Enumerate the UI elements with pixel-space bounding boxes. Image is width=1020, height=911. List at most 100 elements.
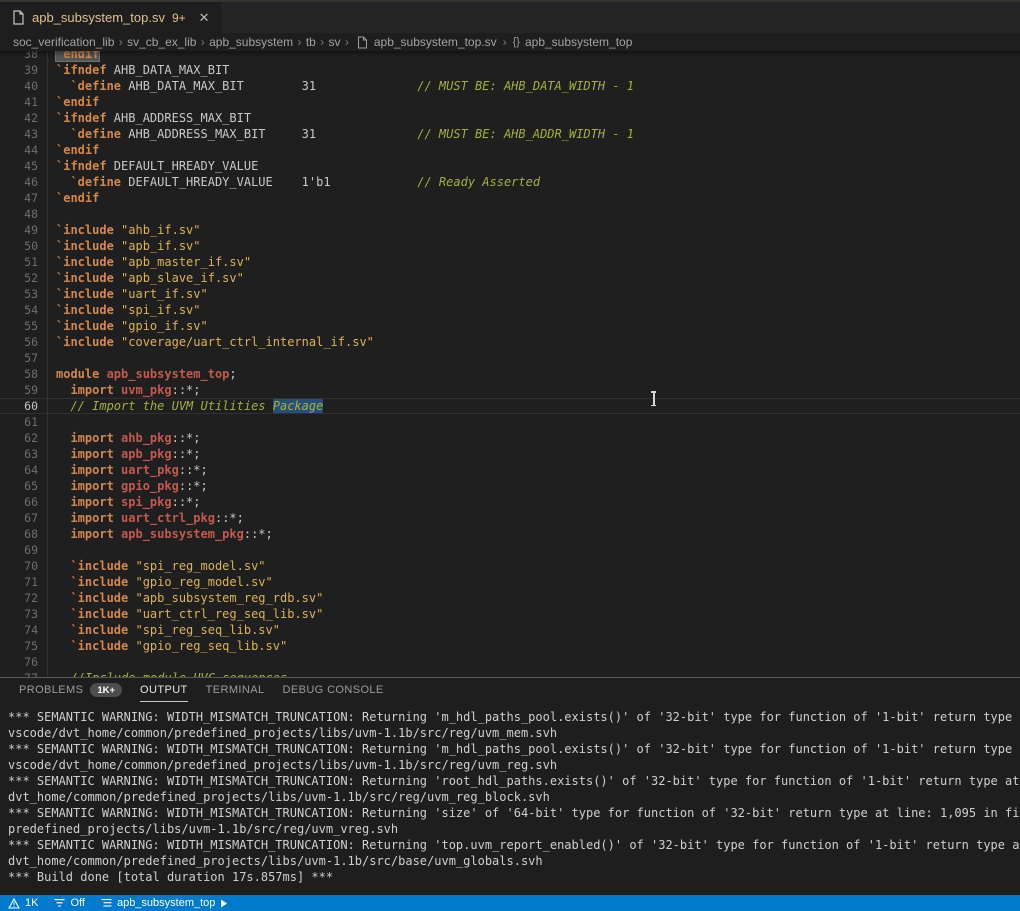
- code-line[interactable]: 73 `include "uart_ctrl_reg_seq_lib.sv": [0, 606, 1020, 622]
- line-number[interactable]: 70: [0, 558, 38, 574]
- breadcrumb-item-file[interactable]: apb_subsystem_top.sv: [374, 35, 497, 49]
- code-line[interactable]: 68 import apb_subsystem_pkg::*;: [0, 526, 1020, 542]
- line-number[interactable]: 55: [0, 318, 38, 334]
- code-line[interactable]: 62 import ahb_pkg::*;: [0, 430, 1020, 446]
- line-number[interactable]: 44: [0, 142, 38, 158]
- line-number[interactable]: 48: [0, 206, 38, 222]
- code-line[interactable]: 65 import gpio_pkg::*;: [0, 478, 1020, 494]
- code-line[interactable]: 58module apb_subsystem_top;: [0, 366, 1020, 382]
- code-text: module apb_subsystem_top;: [38, 366, 237, 382]
- editor-tab[interactable]: apb_subsystem_top.sv 9+ ✕: [0, 2, 223, 33]
- line-number[interactable]: 76: [0, 654, 38, 670]
- code-editor[interactable]: 38`endif39`ifndef AHB_DATA_MAX_BIT40 `de…: [0, 51, 1020, 677]
- play-icon[interactable]: [220, 899, 228, 908]
- line-number[interactable]: 71: [0, 574, 38, 590]
- panel-tab-debug-console[interactable]: DEBUG CONSOLE: [283, 678, 384, 702]
- line-number[interactable]: 49: [0, 222, 38, 238]
- filter-status[interactable]: Off: [54, 895, 84, 911]
- line-number[interactable]: 43: [0, 126, 38, 142]
- code-line[interactable]: 55`include "gpio_if.sv": [0, 318, 1020, 334]
- code-line[interactable]: 38`endif: [0, 51, 1020, 62]
- breadcrumb-item[interactable]: apb_subsystem: [209, 35, 293, 49]
- line-number[interactable]: 42: [0, 110, 38, 126]
- code-line[interactable]: 39`ifndef AHB_DATA_MAX_BIT: [0, 62, 1020, 78]
- code-line[interactable]: 49`include "ahb_if.sv": [0, 222, 1020, 238]
- problems-status[interactable]: 1K: [8, 895, 38, 911]
- code-line[interactable]: 52`include "apb_slave_if.sv": [0, 270, 1020, 286]
- code-line[interactable]: 56`include "coverage/uart_ctrl_internal_…: [0, 334, 1020, 350]
- code-line[interactable]: 40 `define AHB_DATA_MAX_BIT 31 // MUST B…: [0, 78, 1020, 94]
- code-line[interactable]: 66 import spi_pkg::*;: [0, 494, 1020, 510]
- code-line[interactable]: 64 import uart_pkg::*;: [0, 462, 1020, 478]
- line-number[interactable]: 40: [0, 78, 38, 94]
- code-line[interactable]: 72 `include "apb_subsystem_reg_rdb.sv": [0, 590, 1020, 606]
- panel-tab-output[interactable]: OUTPUT: [140, 678, 188, 702]
- code-line[interactable]: 75 `include "gpio_reg_seq_lib.sv": [0, 638, 1020, 654]
- line-number[interactable]: 77: [0, 670, 38, 677]
- code-line[interactable]: 41`endif: [0, 94, 1020, 110]
- line-number[interactable]: 52: [0, 270, 38, 286]
- code-line[interactable]: 61: [0, 414, 1020, 430]
- line-number[interactable]: 65: [0, 478, 38, 494]
- line-number[interactable]: 66: [0, 494, 38, 510]
- code-line[interactable]: 48: [0, 206, 1020, 222]
- output-log[interactable]: *** SEMANTIC WARNING: WIDTH_MISMATCH_TRU…: [0, 702, 1020, 885]
- line-number[interactable]: 39: [0, 62, 38, 78]
- line-number[interactable]: 51: [0, 254, 38, 270]
- code-line[interactable]: 42`ifndef AHB_ADDRESS_MAX_BIT: [0, 110, 1020, 126]
- line-number[interactable]: 45: [0, 158, 38, 174]
- line-number[interactable]: 62: [0, 430, 38, 446]
- panel-tab-terminal[interactable]: TERMINAL: [206, 678, 265, 702]
- code-line[interactable]: 47`endif: [0, 190, 1020, 206]
- line-number[interactable]: 54: [0, 302, 38, 318]
- code-line[interactable]: 57: [0, 350, 1020, 366]
- line-number[interactable]: 61: [0, 414, 38, 430]
- line-number[interactable]: 59: [0, 382, 38, 398]
- code-line[interactable]: 46 `define DEFAULT_HREADY_VALUE 1'b1 // …: [0, 174, 1020, 190]
- panel-tab-problems[interactable]: PROBLEMS1K+: [19, 678, 122, 702]
- code-line[interactable]: 77 //Include module UVC sequences: [0, 670, 1020, 677]
- line-number[interactable]: 47: [0, 190, 38, 206]
- breadcrumb-item[interactable]: sv: [329, 35, 341, 49]
- code-line[interactable]: 60 // Import the UVM Utilities Package: [0, 398, 1020, 414]
- line-number[interactable]: 67: [0, 510, 38, 526]
- line-number[interactable]: 38: [0, 51, 38, 62]
- code-line[interactable]: 45`ifndef DEFAULT_HREADY_VALUE: [0, 158, 1020, 174]
- line-number[interactable]: 75: [0, 638, 38, 654]
- code-line[interactable]: 44`endif: [0, 142, 1020, 158]
- line-number[interactable]: 63: [0, 446, 38, 462]
- code-line[interactable]: 43 `define AHB_ADDRESS_MAX_BIT 31 // MUS…: [0, 126, 1020, 142]
- code-line[interactable]: 71 `include "gpio_reg_model.sv": [0, 574, 1020, 590]
- code-line[interactable]: 67 import uart_ctrl_pkg::*;: [0, 510, 1020, 526]
- code-line[interactable]: 53`include "uart_if.sv": [0, 286, 1020, 302]
- line-number[interactable]: 57: [0, 350, 38, 366]
- line-number[interactable]: 68: [0, 526, 38, 542]
- line-number[interactable]: 58: [0, 366, 38, 382]
- code-line[interactable]: 59 import uvm_pkg::*;: [0, 382, 1020, 398]
- breadcrumb-item[interactable]: sv_cb_ex_lib: [127, 35, 196, 49]
- line-number[interactable]: 73: [0, 606, 38, 622]
- line-number[interactable]: 50: [0, 238, 38, 254]
- line-number[interactable]: 56: [0, 334, 38, 350]
- line-number[interactable]: 74: [0, 622, 38, 638]
- code-line[interactable]: 51`include "apb_master_if.sv": [0, 254, 1020, 270]
- code-line[interactable]: 70 `include "spi_reg_model.sv": [0, 558, 1020, 574]
- code-line[interactable]: 69: [0, 542, 1020, 558]
- line-number[interactable]: 46: [0, 174, 38, 190]
- code-line[interactable]: 50`include "apb_if.sv": [0, 238, 1020, 254]
- line-number[interactable]: 53: [0, 286, 38, 302]
- line-number[interactable]: 72: [0, 590, 38, 606]
- code-line[interactable]: 74 `include "spi_reg_seq_lib.sv": [0, 622, 1020, 638]
- code-line[interactable]: 54`include "spi_if.sv": [0, 302, 1020, 318]
- line-number[interactable]: 64: [0, 462, 38, 478]
- tab-close-icon[interactable]: ✕: [199, 10, 210, 26]
- breadcrumb-item[interactable]: soc_verification_lib: [13, 35, 114, 49]
- code-line[interactable]: 76: [0, 654, 1020, 670]
- launch-config[interactable]: apb_subsystem_top: [101, 895, 228, 911]
- breadcrumb-item-symbol[interactable]: apb_subsystem_top: [525, 35, 632, 49]
- breadcrumb-item[interactable]: tb: [306, 35, 316, 49]
- line-number[interactable]: 41: [0, 94, 38, 110]
- line-number[interactable]: 60: [0, 398, 38, 414]
- line-number[interactable]: 69: [0, 542, 38, 558]
- code-line[interactable]: 63 import apb_pkg::*;: [0, 446, 1020, 462]
